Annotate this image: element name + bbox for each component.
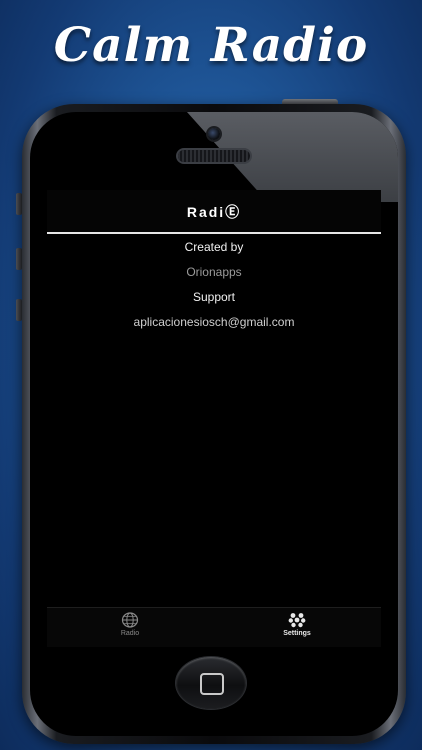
home-button[interactable] bbox=[176, 657, 246, 709]
app-screen: RadiⒺ Created by Orionapps Support aplic… bbox=[47, 190, 381, 647]
support-label: Support bbox=[192, 290, 236, 304]
created-by-label: Created by bbox=[184, 240, 244, 254]
author-name[interactable]: Orionapps bbox=[47, 265, 381, 279]
home-square-icon bbox=[200, 673, 224, 695]
tab-radio-label: Radio bbox=[120, 630, 140, 637]
front-camera bbox=[208, 128, 220, 140]
earpiece-speaker bbox=[178, 150, 250, 162]
tab-radio[interactable]: Radio bbox=[85, 612, 175, 644]
tab-bar: Radio Settings bbox=[47, 607, 381, 647]
support-email-link[interactable]: aplicacionesiosch@gmail.com bbox=[47, 315, 381, 329]
settings-icon bbox=[288, 613, 306, 628]
globe-icon bbox=[121, 612, 139, 628]
nav-title: RadiⒺ bbox=[186, 204, 242, 220]
tab-settings-label: Settings bbox=[283, 630, 311, 637]
tab-settings[interactable]: Settings bbox=[252, 612, 342, 644]
promo-title: Calm Radio bbox=[53, 18, 369, 73]
navigation-bar: RadiⒺ bbox=[47, 190, 381, 234]
